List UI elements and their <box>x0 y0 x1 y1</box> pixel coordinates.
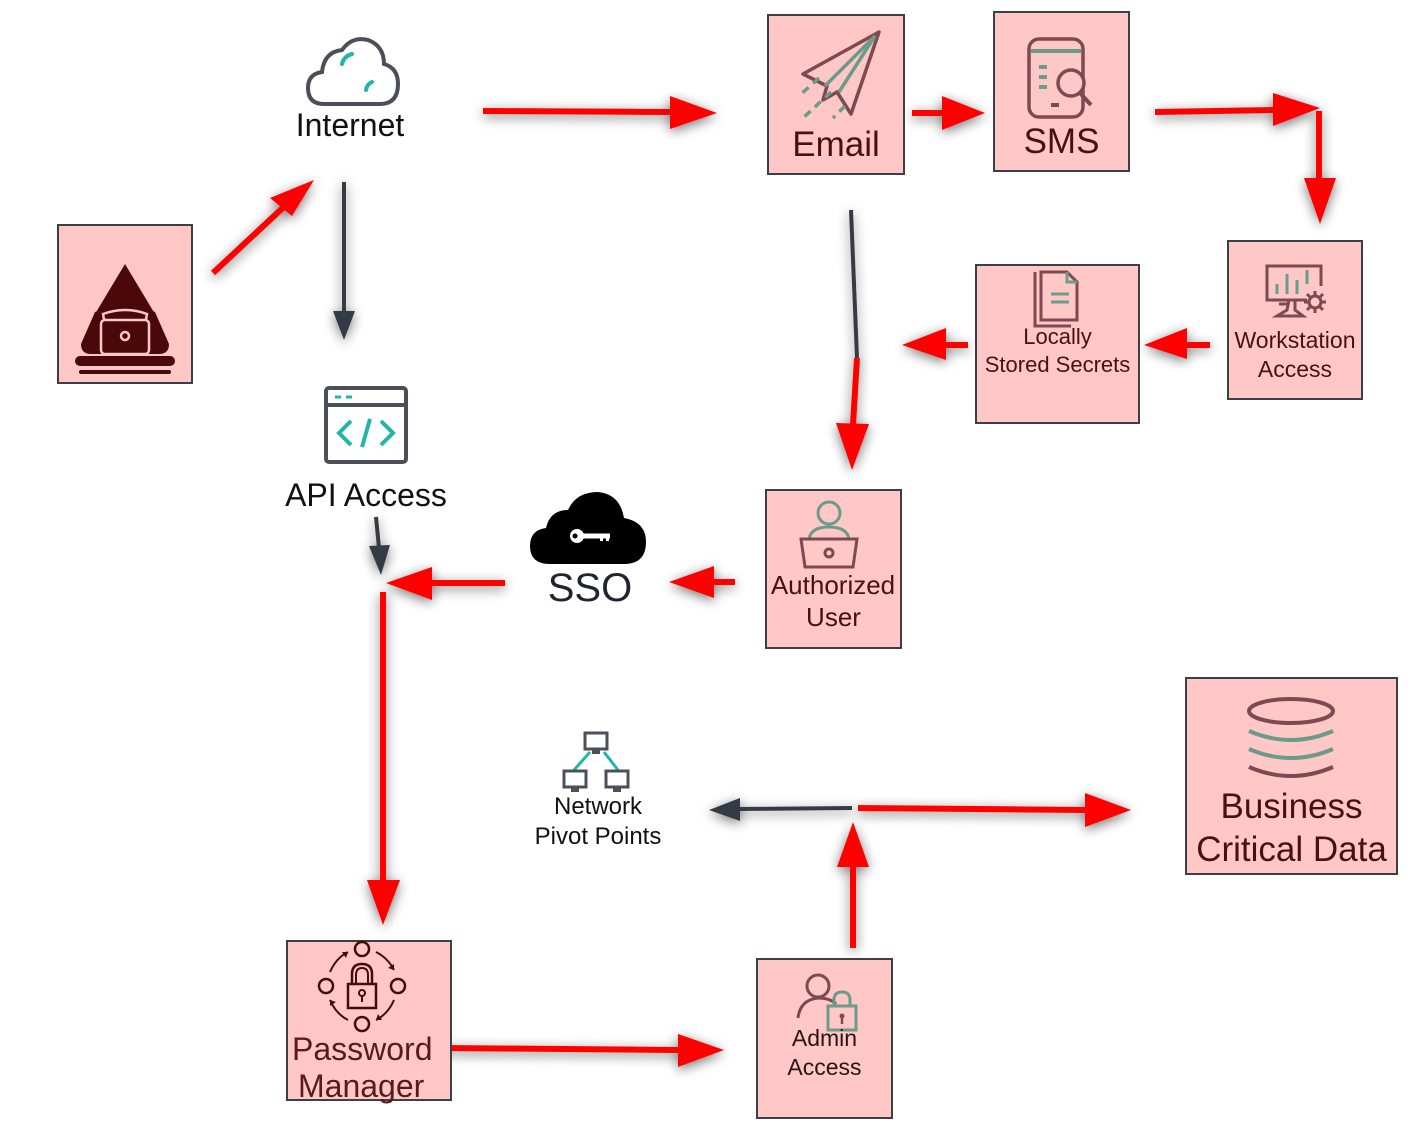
sms-label: SMS <box>1023 122 1100 161</box>
node-email[interactable]: Email <box>767 14 905 175</box>
edge-admin-business <box>857 793 1131 827</box>
node-sms[interactable]: SMS <box>993 11 1130 172</box>
diagram-canvas: Internet Email SMS Workstation Access Lo… <box>0 0 1426 1136</box>
admin-label-line1: Admin <box>791 1025 858 1051</box>
network-icon <box>562 731 630 792</box>
edge-sms-workstation <box>1154 93 1336 224</box>
admin-label-line2: Access <box>787 1054 862 1080</box>
password-label-line1: Password <box>292 1031 433 1067</box>
phone-search-icon <box>1027 37 1093 119</box>
sso-label: SSO <box>547 566 633 610</box>
authorized-user-label-line2: User <box>806 602 861 632</box>
cloud-icon <box>305 37 401 106</box>
edge-api-junction <box>369 516 390 575</box>
user-laptop-icon <box>799 500 859 569</box>
node-workstation[interactable]: Workstation Access <box>1227 240 1363 400</box>
secrets-label-line1: Locally <box>1023 324 1092 349</box>
database-icon <box>1247 697 1335 778</box>
hacker-icon <box>75 264 175 374</box>
edges-layer <box>210 93 1336 1067</box>
edge-admin-network <box>709 798 853 821</box>
paper-plane-icon <box>797 30 881 120</box>
edge-authuser-sso <box>669 566 735 598</box>
edge-admin-up <box>837 822 869 948</box>
workstation-label-line2: Access <box>1257 356 1333 382</box>
node-secrets[interactable]: Locally Stored Secrets <box>975 264 1140 424</box>
workstation-label-line1: Workstation <box>1234 327 1356 353</box>
secrets-label-line2: Stored Secrets <box>984 352 1131 377</box>
network-label-line1: Network <box>553 793 643 820</box>
cloud-key-icon <box>530 492 646 564</box>
edge-internet-email <box>482 96 717 129</box>
api-label: API Access <box>285 477 447 513</box>
node-admin-access[interactable]: Admin Access <box>756 958 893 1119</box>
password-label-line2: Manager <box>298 1068 425 1104</box>
edge-attacker-internet <box>210 180 314 276</box>
business-label-line1: Business <box>1220 787 1363 826</box>
edge-internet-api <box>333 182 355 340</box>
edge-sso-junction <box>386 567 505 600</box>
node-password-manager[interactable]: Password Manager <box>286 940 452 1104</box>
node-attacker[interactable] <box>57 224 193 384</box>
edge-password-admin <box>441 1034 724 1067</box>
email-label: Email <box>792 125 880 164</box>
edge-email-authuser <box>836 209 869 470</box>
internet-label: Internet <box>295 107 405 143</box>
edge-workstation-secrets <box>1144 328 1210 359</box>
network-label-line2: Pivot Points <box>534 823 662 850</box>
node-authorized-user[interactable]: Authorized User <box>765 489 902 649</box>
lock-cycle-icon <box>317 940 407 1033</box>
authorized-user-label-line1: Authorized <box>770 570 896 600</box>
edge-secrets-authuser <box>902 328 968 360</box>
business-label-line2: Critical Data <box>1196 830 1387 869</box>
code-window-icon <box>324 386 408 464</box>
edge-junction-password <box>367 592 400 925</box>
document-icon <box>1033 270 1079 328</box>
edge-email-sms <box>912 96 985 130</box>
monitor-gear-icon <box>1265 264 1326 318</box>
node-business-data[interactable]: Business Critical Data <box>1185 677 1398 875</box>
